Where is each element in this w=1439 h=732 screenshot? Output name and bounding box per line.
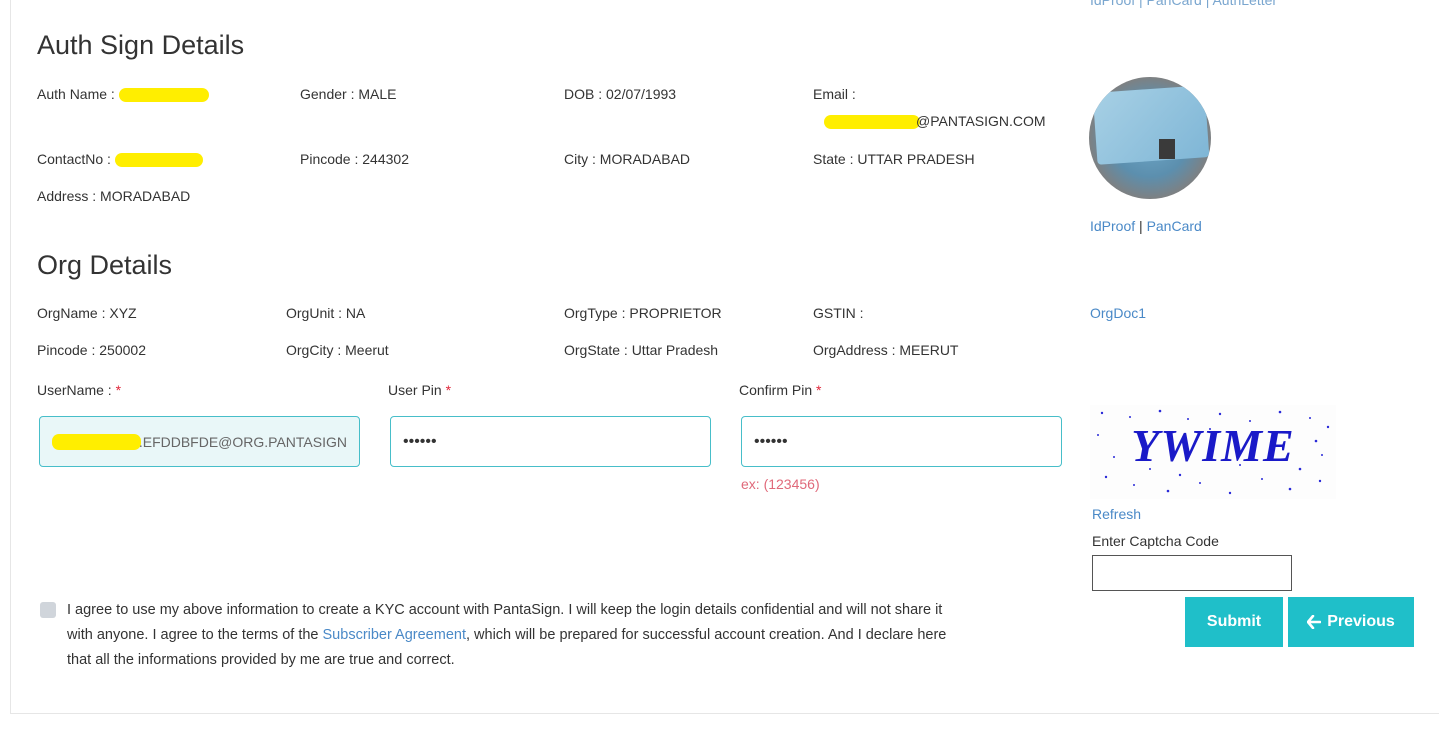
gstin-field: GSTIN : (813, 305, 864, 321)
required-mark: * (445, 382, 452, 398)
submit-button[interactable]: Submit (1185, 597, 1283, 647)
redacted-email (824, 115, 920, 130)
subscriber-agreement-link[interactable]: Subscriber Agreement (323, 627, 466, 643)
dob-field: DOB : 02/07/1993 (564, 86, 677, 102)
id-card-photo (1159, 139, 1175, 159)
idproof-link[interactable]: IdProof (1090, 218, 1135, 234)
agree-checkbox[interactable] (40, 602, 56, 618)
auth-section-title: Auth Sign Details (37, 30, 245, 60)
captcha-refresh-link[interactable]: Refresh (1092, 506, 1141, 522)
top-document-links[interactable]: IdProof | PanCard | AuthLetter (1090, 0, 1277, 8)
captcha-label: Enter Captcha Code (1092, 533, 1219, 549)
redacted-name (118, 88, 209, 103)
email-domain: @PANTASIGN.COM (916, 113, 1046, 129)
org-section-title: Org Details (37, 250, 173, 280)
captcha-image: YWIME (1090, 405, 1336, 499)
required-mark: * (816, 382, 822, 398)
confirmpin-label: Confirm Pin * (739, 382, 821, 398)
captcha-text: YWIME (1131, 420, 1295, 471)
link-separator: | (1139, 218, 1143, 234)
redacted-username (52, 433, 141, 450)
auth-state-field: State : UTTAR PRADESH (813, 151, 975, 167)
auth-document-links: IdProof | PanCard (1090, 218, 1202, 234)
user-pin-input[interactable] (390, 416, 711, 467)
auth-city-field: City : MORADABAD (564, 151, 691, 167)
captcha-input[interactable] (1092, 555, 1292, 591)
userpin-label-text: User Pin (388, 382, 442, 398)
contact-label: ContactNo : (37, 151, 111, 167)
org-pincode-field: Pincode : 250002 (37, 342, 146, 358)
redacted-contact (114, 153, 203, 168)
username-label-text: UserName : (37, 382, 112, 398)
org-city-field: OrgCity : Meerut (286, 342, 389, 358)
org-address-field: OrgAddress : MEERUT (813, 342, 959, 358)
confirmpin-label-text: Confirm Pin (739, 382, 813, 398)
email-value: @PANTASIGN.COM (824, 113, 1046, 130)
previous-button[interactable]: Previous (1288, 597, 1414, 647)
contact-field: ContactNo : (37, 151, 203, 168)
org-unit-field: OrgUnit : NA (286, 305, 366, 321)
agreement-text: I agree to use my above information to c… (67, 598, 967, 673)
id-proof-photo (1089, 77, 1211, 199)
previous-label: Previous (1327, 613, 1395, 630)
auth-name-label: Auth Name : (37, 86, 115, 102)
auth-address-field: Address : MORADABAD (37, 188, 191, 204)
username-value: .EFDDBFDE@ORG.PANTASIGN (138, 433, 347, 450)
arrow-left-icon (1307, 615, 1322, 629)
username-label: UserName : * (37, 382, 121, 398)
org-state-field: OrgState : Uttar Pradesh (564, 342, 719, 358)
gender-field: Gender : MALE (300, 86, 397, 102)
username-input[interactable]: .EFDDBFDE@ORG.PANTASIGN (39, 416, 360, 467)
org-doc-link[interactable]: OrgDoc1 (1090, 305, 1146, 321)
org-name-field: OrgName : XYZ (37, 305, 137, 321)
confirm-pin-input[interactable] (741, 416, 1062, 467)
org-type-field: OrgType : PROPRIETOR (564, 305, 722, 321)
email-label: Email : (813, 86, 856, 102)
pin-hint: ex: (123456) (741, 476, 820, 492)
userpin-label: User Pin * (388, 382, 451, 398)
auth-pincode-field: Pincode : 244302 (300, 151, 409, 167)
auth-name-field: Auth Name : (37, 86, 209, 103)
pancard-link[interactable]: PanCard (1147, 218, 1202, 234)
required-mark: * (115, 382, 122, 398)
id-card-image (1092, 85, 1210, 165)
